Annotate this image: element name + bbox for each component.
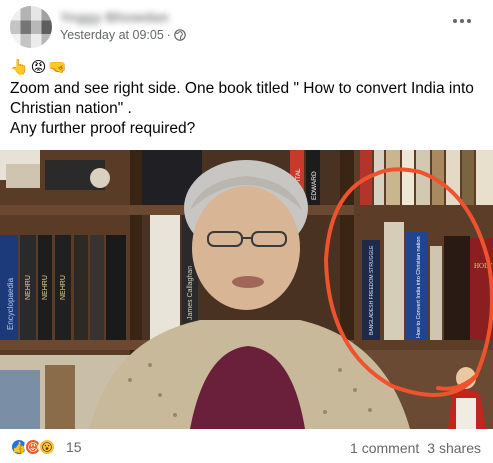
post-text-line-2: Any further proof required? bbox=[10, 120, 196, 137]
book-encyclopaedia-spine: Encyclopaedia bbox=[6, 277, 15, 330]
author-avatar[interactable] bbox=[10, 6, 52, 48]
photo-illustration: Encyclopaedia NEHRU NEHRU NEHRU James Ca… bbox=[0, 150, 493, 429]
fist-emoji: 🤜 bbox=[48, 59, 68, 76]
shares-count-link[interactable]: 3 shares bbox=[427, 440, 481, 456]
post-timestamp[interactable]: Yesterday at 09:05 bbox=[60, 28, 164, 42]
meta-separator: · bbox=[166, 28, 171, 42]
post-photo[interactable]: Encyclopaedia NEHRU NEHRU NEHRU James Ca… bbox=[0, 150, 493, 429]
author-name[interactable]: Yoggy Bhowdan bbox=[60, 9, 169, 25]
wow-icon: 😮 bbox=[38, 438, 56, 456]
more-options-icon[interactable] bbox=[451, 14, 475, 30]
globe-icon[interactable] bbox=[174, 29, 186, 41]
post-meta: Yesterday at 09:05 · bbox=[60, 28, 186, 42]
post-header: Yoggy Bhowdan Yesterday at 09:05 · bbox=[0, 0, 493, 50]
pointing-up-emoji: 👆 bbox=[10, 59, 29, 76]
emoji-row: 👆 😡 🤜 bbox=[10, 58, 67, 76]
post-stats: 1 comment 3 shares bbox=[350, 440, 481, 456]
comments-count-link[interactable]: 1 comment bbox=[350, 440, 419, 456]
post-text-line-1: Zoom and see right side. One book titled… bbox=[10, 80, 474, 117]
reaction-count[interactable]: 15 bbox=[66, 439, 82, 455]
book-nehru-2: NEHRU bbox=[42, 275, 49, 300]
reactions-summary[interactable]: 👍 😡 😮 15 bbox=[10, 438, 82, 456]
book-nehru-3: NEHRU bbox=[60, 275, 67, 300]
angry-face-emoji: 😡 bbox=[30, 59, 47, 76]
book-james-callaghan: James Callaghan bbox=[187, 266, 194, 320]
book-convert-india-title: How to Convert India into Christian nati… bbox=[416, 237, 422, 339]
book-edward: EDWARD bbox=[311, 171, 318, 200]
post-text: Zoom and see right side. One book titled… bbox=[10, 79, 485, 139]
book-nehru-1: NEHRU bbox=[25, 275, 32, 300]
book-bangladesh-freedom: BANGLADESH FREEDOM STRUGGLE bbox=[369, 245, 375, 335]
